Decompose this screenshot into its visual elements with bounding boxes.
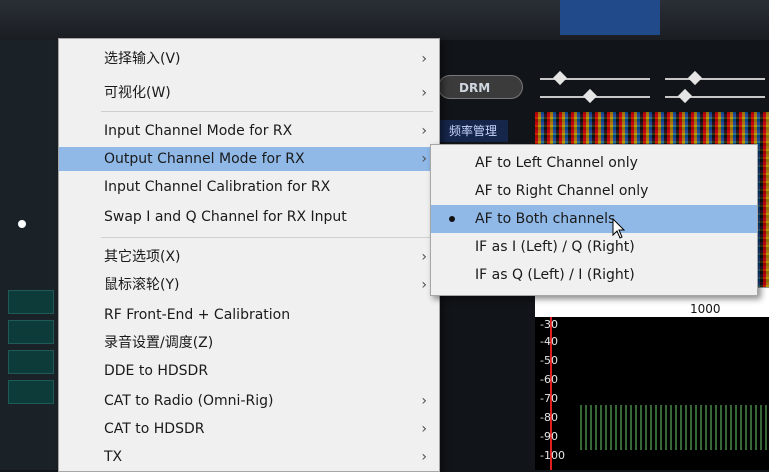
- menu-item-mouse-wheel[interactable]: 鼠标滚轮(Y) ›: [59, 273, 439, 297]
- menu-item-input-channel-mode[interactable]: Input Channel Mode for RX ›: [59, 119, 439, 143]
- db-label: -90: [540, 430, 558, 443]
- left-panel-button[interactable]: [8, 380, 54, 404]
- submenu-item-label: IF as Q (Left) / I (Right): [475, 267, 635, 283]
- menu-item-select-input[interactable]: 选择输入(V) ›: [59, 47, 439, 71]
- chevron-right-icon: ›: [421, 421, 427, 437]
- db-label: -50: [540, 354, 558, 367]
- slider-knob[interactable]: [582, 88, 598, 104]
- menu-item-label: Output Channel Mode for RX: [104, 151, 305, 167]
- submenu-item-label: AF to Left Channel only: [475, 155, 638, 171]
- freq-management-label: 频率管理: [448, 124, 497, 138]
- chevron-right-icon: ›: [421, 249, 427, 265]
- menu-item-input-calibration[interactable]: Input Channel Calibration for RX: [59, 175, 439, 199]
- menu-item-cat-hdsdr[interactable]: CAT to HDSDR ›: [59, 417, 439, 441]
- menu-item-recording[interactable]: 录音设置/调度(Z): [59, 331, 439, 355]
- menu-item-visualization[interactable]: 可视化(W) ›: [59, 81, 439, 105]
- slider-knob[interactable]: [552, 70, 568, 86]
- menu-item-label: Input Channel Mode for RX: [104, 123, 293, 139]
- db-label: -80: [540, 411, 558, 424]
- freq-management-button[interactable]: 频率管理: [438, 120, 508, 142]
- menu-item-label: 鼠标滚轮(Y): [104, 277, 180, 293]
- menu-item-output-channel-mode[interactable]: Output Channel Mode for RX ›: [59, 147, 439, 171]
- menu-item-label: 其它选项(X): [104, 249, 181, 265]
- db-label: -100: [540, 449, 565, 462]
- db-label: -30: [540, 318, 558, 331]
- menu-item-label: Input Channel Calibration for RX: [104, 179, 331, 195]
- menu-item-label: TX: [104, 449, 123, 465]
- drm-label: DRM: [459, 81, 491, 95]
- submenu-item-if-iq[interactable]: IF as I (Left) / Q (Right): [431, 233, 757, 261]
- submenu-item-label: AF to Right Channel only: [475, 183, 649, 199]
- menu-item-other-options[interactable]: 其它选项(X) ›: [59, 245, 439, 269]
- menu-item-label: CAT to Radio (Omni-Rig): [104, 393, 274, 409]
- menu-separator: [101, 237, 433, 238]
- chevron-right-icon: ›: [421, 151, 427, 167]
- menu-item-rf-frontend[interactable]: RF Front-End + Calibration: [59, 303, 439, 327]
- submenu-item-af-both[interactable]: AF to Both channels: [431, 205, 757, 233]
- slider-knob[interactable]: [677, 88, 693, 104]
- slider-track[interactable]: [665, 78, 765, 80]
- chevron-right-icon: ›: [421, 51, 427, 67]
- indicator-dot-icon: [18, 220, 26, 228]
- chevron-right-icon: ›: [421, 85, 427, 101]
- output-channel-submenu: AF to Left Channel only AF to Right Chan…: [430, 144, 758, 296]
- menu-item-label: 选择输入(V): [104, 51, 181, 67]
- spectrum-trace: [580, 405, 769, 450]
- submenu-item-af-right[interactable]: AF to Right Channel only: [431, 177, 757, 205]
- chevron-right-icon: ›: [421, 393, 427, 409]
- mouse-pointer-icon: [612, 218, 626, 239]
- menu-separator: [101, 111, 433, 112]
- db-label: -40: [540, 335, 558, 348]
- menu-item-label: DDE to HDSDR: [104, 363, 209, 379]
- freq-axis-label: 1000: [690, 302, 721, 316]
- chevron-right-icon: ›: [421, 123, 427, 139]
- left-control-panel: [0, 40, 60, 470]
- submenu-item-af-left[interactable]: AF to Left Channel only: [431, 149, 757, 177]
- db-label: -60: [540, 373, 558, 386]
- menu-item-dde-hdsdr[interactable]: DDE to HDSDR: [59, 359, 439, 383]
- submenu-item-label: IF as I (Left) / Q (Right): [475, 239, 635, 255]
- top-signal-indicator: [560, 0, 660, 35]
- submenu-item-if-qi[interactable]: IF as Q (Left) / I (Right): [431, 261, 757, 289]
- selected-bullet-icon: [449, 216, 455, 222]
- left-panel-button[interactable]: [8, 320, 54, 344]
- menu-item-label: Swap I and Q Channel for RX Input: [104, 209, 347, 225]
- db-label: -70: [540, 392, 558, 405]
- menu-item-label: 可视化(W): [104, 85, 171, 101]
- left-panel-button[interactable]: [8, 290, 54, 314]
- submenu-item-label: AF to Both channels: [475, 211, 616, 227]
- menu-item-label: CAT to HDSDR: [104, 421, 205, 437]
- menu-item-label: 录音设置/调度(Z): [104, 335, 214, 351]
- slider-knob[interactable]: [687, 70, 703, 86]
- chevron-right-icon: ›: [421, 449, 427, 465]
- context-menu: 选择输入(V) › 可视化(W) › Input Channel Mode fo…: [58, 38, 440, 472]
- menu-item-label: RF Front-End + Calibration: [104, 307, 291, 323]
- menu-item-swap-iq[interactable]: Swap I and Q Channel for RX Input: [59, 205, 439, 229]
- slider-group: [530, 68, 769, 108]
- left-panel-button[interactable]: [8, 350, 54, 374]
- menu-item-cat-radio[interactable]: CAT to Radio (Omni-Rig) ›: [59, 389, 439, 413]
- drm-toggle[interactable]: DRM: [438, 75, 523, 99]
- chevron-right-icon: ›: [421, 277, 427, 293]
- menu-item-tx[interactable]: TX ›: [59, 445, 439, 469]
